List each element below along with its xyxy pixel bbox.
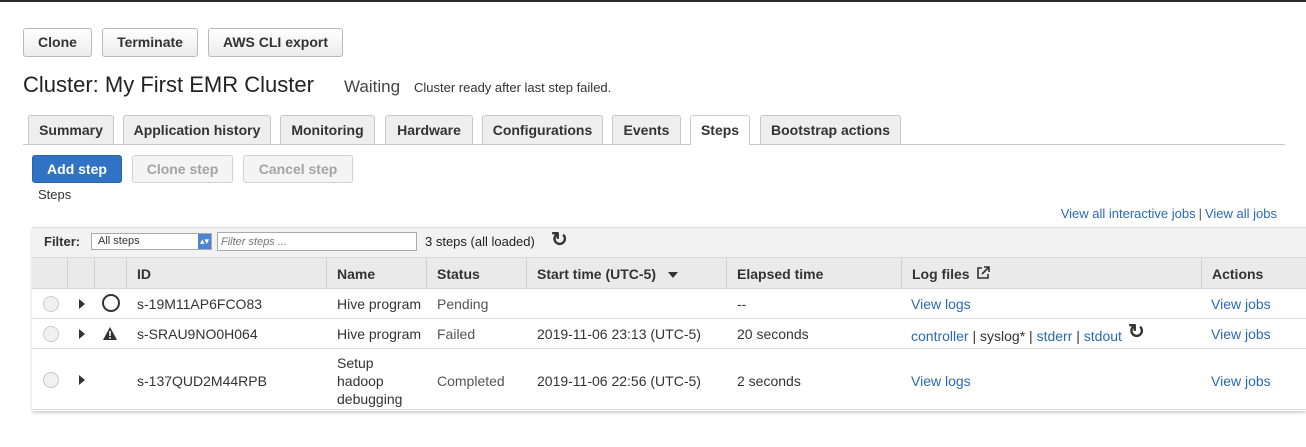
tab-events[interactable]: Events bbox=[612, 115, 681, 144]
expand-row-icon[interactable] bbox=[79, 375, 85, 385]
column-header-start-time[interactable]: Start time (UTC-5) bbox=[537, 266, 678, 282]
column-divider bbox=[901, 258, 902, 288]
view-logs-link[interactable]: View logs bbox=[911, 373, 971, 389]
step-status: Pending bbox=[437, 296, 489, 312]
filter-input[interactable] bbox=[217, 232, 417, 251]
stdout-log-link[interactable]: stdout bbox=[1084, 328, 1122, 344]
jobs-links: View all interactive jobs | View all jobs bbox=[1061, 206, 1277, 221]
tabs-baseline bbox=[23, 144, 1285, 145]
log-file-links: controller | syslog* | stderr | stdout bbox=[911, 328, 1122, 344]
tab-hardware[interactable]: Hardware bbox=[385, 115, 473, 144]
tab-summary[interactable]: Summary bbox=[28, 115, 114, 144]
steps-label: Steps bbox=[38, 187, 72, 202]
tab-application-history[interactable]: Application history bbox=[123, 115, 271, 144]
step-status: Completed bbox=[437, 373, 505, 389]
step-count: 3 steps (all loaded) bbox=[425, 234, 535, 249]
external-link-icon bbox=[977, 266, 991, 279]
view-jobs-link[interactable]: View jobs bbox=[1211, 373, 1271, 389]
step-start-time: 2019-11-06 22:56 (UTC-5) bbox=[537, 373, 701, 389]
filter-select-value: All steps bbox=[98, 235, 140, 247]
column-header-start-time-label: Start time (UTC-5) bbox=[537, 266, 657, 282]
top-border bbox=[0, 0, 1306, 2]
column-divider bbox=[726, 258, 727, 288]
column-header-status[interactable]: Status bbox=[437, 266, 480, 282]
log-separator: | bbox=[1029, 328, 1033, 344]
syslog-link[interactable]: syslog* bbox=[980, 328, 1025, 344]
tab-configurations[interactable]: Configurations bbox=[482, 115, 603, 144]
terminate-button[interactable]: Terminate bbox=[102, 28, 198, 57]
pending-circle-icon bbox=[102, 294, 120, 312]
column-divider bbox=[67, 258, 68, 288]
cluster-state-message: Cluster ready after last step failed. bbox=[414, 80, 612, 95]
column-header-actions: Actions bbox=[1212, 266, 1264, 282]
cluster-state: Waiting bbox=[344, 77, 401, 96]
tab-monitoring[interactable]: Monitoring bbox=[280, 115, 375, 144]
aws-cli-export-button[interactable]: AWS CLI export bbox=[208, 28, 343, 57]
step-elapsed-time: -- bbox=[737, 296, 747, 312]
column-header-name[interactable]: Name bbox=[337, 266, 375, 282]
step-id: s-SRAU9NO0H064 bbox=[137, 326, 258, 342]
view-all-interactive-jobs-link[interactable]: View all interactive jobs bbox=[1061, 206, 1196, 221]
select-arrows-icon: ▴▾ bbox=[198, 234, 211, 249]
column-divider bbox=[426, 258, 427, 288]
step-start-time: 2019-11-06 23:13 (UTC-5) bbox=[537, 326, 701, 342]
log-separator: | bbox=[972, 328, 977, 344]
cancel-step-button[interactable]: Cancel step bbox=[243, 155, 353, 183]
expand-row-icon[interactable] bbox=[79, 299, 85, 309]
column-header-id[interactable]: ID bbox=[137, 266, 151, 282]
log-separator: | bbox=[1076, 328, 1080, 344]
column-divider bbox=[526, 258, 527, 288]
column-header-log-files: Log files bbox=[912, 266, 991, 282]
add-step-button[interactable]: Add step bbox=[32, 155, 122, 183]
tab-steps[interactable]: Steps bbox=[690, 115, 750, 145]
row-select-radio[interactable] bbox=[43, 372, 59, 388]
controller-log-link[interactable]: controller bbox=[911, 328, 969, 344]
step-elapsed-time: 20 seconds bbox=[737, 326, 809, 342]
filter-select[interactable]: All steps ▴▾ bbox=[91, 233, 212, 250]
filter-label: Filter: bbox=[44, 234, 81, 249]
view-logs-link[interactable]: View logs bbox=[911, 296, 971, 312]
step-name-line: debugging bbox=[337, 391, 403, 407]
expand-row-icon[interactable] bbox=[79, 329, 85, 339]
sort-descending-icon bbox=[667, 272, 678, 279]
step-id: s-19M11AP6FCO83 bbox=[137, 296, 263, 312]
column-header-elapsed-time[interactable]: Elapsed time bbox=[737, 266, 823, 282]
step-name-line: Setup bbox=[337, 355, 374, 371]
step-name: Hive program bbox=[337, 296, 422, 312]
clone-button[interactable]: Clone bbox=[23, 28, 92, 57]
step-name: Setup hadoop debugging bbox=[337, 354, 402, 408]
step-status: Failed bbox=[437, 326, 476, 342]
row-select-radio[interactable] bbox=[43, 296, 59, 312]
warning-triangle-icon bbox=[103, 327, 117, 340]
column-divider bbox=[326, 258, 327, 288]
clone-step-button[interactable]: Clone step bbox=[132, 155, 233, 183]
view-jobs-link[interactable]: View jobs bbox=[1211, 296, 1271, 312]
step-name: Hive program bbox=[337, 326, 422, 342]
column-divider bbox=[1201, 258, 1202, 288]
step-name-line: hadoop bbox=[337, 373, 384, 389]
refresh-logs-icon[interactable]: ↻ bbox=[1128, 322, 1145, 342]
refresh-icon[interactable]: ↻ bbox=[551, 230, 568, 250]
column-divider bbox=[126, 258, 127, 288]
step-elapsed-time: 2 seconds bbox=[737, 373, 801, 389]
stderr-log-link[interactable]: stderr bbox=[1037, 328, 1073, 344]
view-all-jobs-link[interactable]: View all jobs bbox=[1205, 206, 1277, 221]
column-header-log-files-label: Log files bbox=[912, 266, 970, 282]
row-select-radio[interactable] bbox=[43, 326, 59, 342]
step-id: s-137QUD2M44RPB bbox=[137, 373, 267, 389]
column-divider bbox=[94, 258, 95, 288]
view-jobs-link[interactable]: View jobs bbox=[1211, 326, 1271, 342]
link-separator: | bbox=[1198, 206, 1202, 221]
tab-bootstrap-actions[interactable]: Bootstrap actions bbox=[760, 115, 901, 144]
page-title: Cluster: My First EMR Cluster bbox=[23, 72, 314, 97]
